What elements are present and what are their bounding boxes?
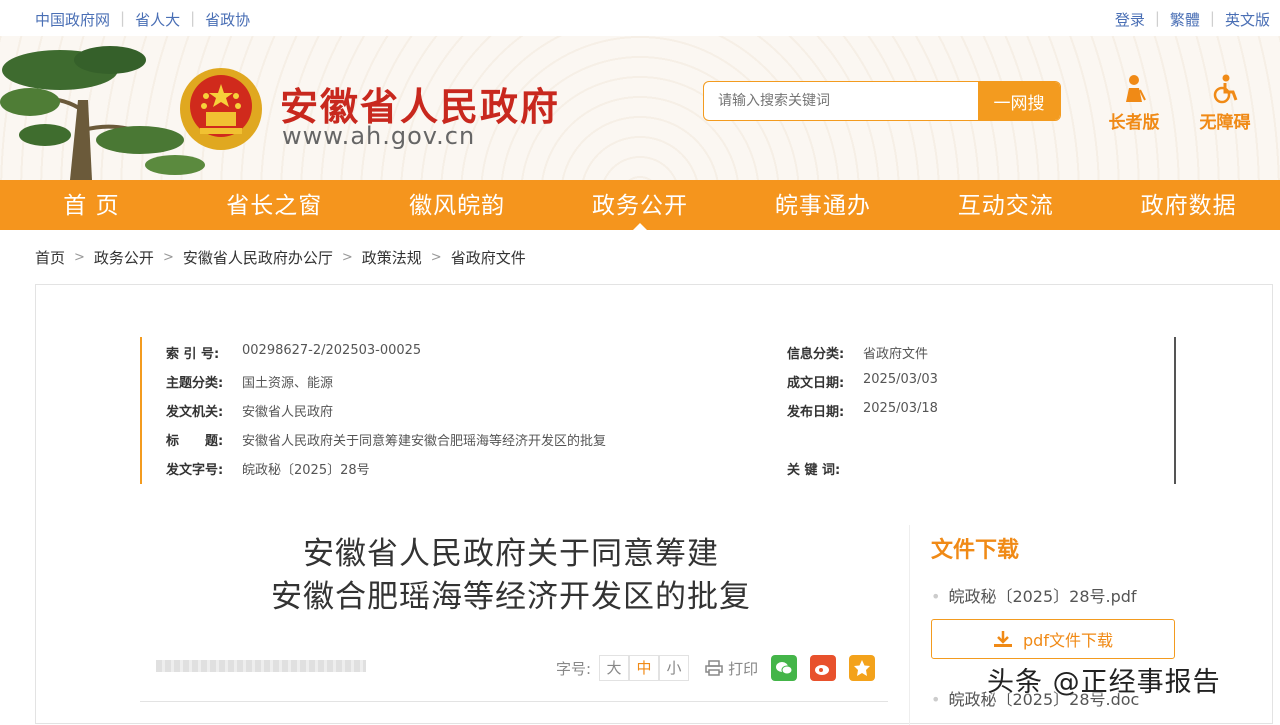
meta-value: 皖政秘〔2025〕28号 (242, 463, 370, 478)
meta-label: 发文机关: (166, 405, 224, 420)
meta-value: 00298627-2/202503-00025 (242, 343, 422, 358)
meta-label: 索 引 号: (166, 347, 220, 362)
breadcrumb-gov-affairs[interactable]: 政务公开 (94, 247, 154, 268)
meta-date-written: 成文日期: 2025/03/03 (787, 372, 938, 391)
nav-governor-window[interactable]: 省长之窗 (183, 180, 366, 230)
meta-value: 省政府文件 (863, 347, 929, 362)
pdf-download-button[interactable]: pdf文件下载 (931, 619, 1175, 659)
accessibility-button[interactable]: 无障碍 (1190, 74, 1260, 133)
divider: | (1209, 9, 1215, 27)
content-card: 索 引 号: 00298627-2/202503-00025 信息分类: 省政府… (35, 284, 1273, 725)
divider: | (190, 9, 196, 27)
link-provincial-congress[interactable]: 省人大 (135, 9, 180, 30)
traditional-chinese-link[interactable]: 繁體 (1170, 9, 1200, 30)
font-size-small-button[interactable]: 小 (659, 655, 690, 681)
search-box: 一网搜 (703, 81, 1061, 121)
meta-label: 发布日期: (787, 405, 845, 420)
top-right-links: 登录 | 繁體 | 英文版 (1115, 9, 1270, 30)
meta-label: 成文日期: (787, 376, 845, 391)
watermark: 头条 @正经事报告 (987, 667, 1221, 698)
site-header: 安徽省人民政府 www.ah.gov.cn 一网搜 长者版 无障碍 (0, 36, 1280, 180)
login-link[interactable]: 登录 (1115, 9, 1145, 30)
bullet-icon: • (931, 690, 941, 709)
meta-title: 标 题: 安徽省人民政府关于同意筹建安徽合肥瑶海等经济开发区的批复 (166, 430, 606, 449)
meta-label: 信息分类: (787, 347, 845, 362)
print-button[interactable]: 打印 (705, 658, 758, 679)
divider (140, 701, 888, 702)
meta-date-published: 发布日期: 2025/03/18 (787, 401, 938, 420)
meta-category: 信息分类: 省政府文件 (787, 343, 928, 362)
breadcrumb-home[interactable]: 首页 (35, 247, 65, 268)
chevron-right-icon: > (430, 250, 442, 265)
nav-services[interactable]: 皖事通办 (731, 180, 914, 230)
download-file-name: 皖政秘〔2025〕28号.pdf (948, 587, 1137, 606)
chevron-right-icon: > (162, 250, 174, 265)
printer-icon (705, 660, 723, 676)
document-title-line: 安徽省人民政府关于同意筹建 (303, 536, 719, 572)
english-version-link[interactable]: 英文版 (1225, 9, 1270, 30)
nav-government-affairs[interactable]: 政务公开 (549, 180, 732, 230)
article-tools: 字号: 大 中 小 打印 (556, 655, 876, 681)
search-input[interactable] (704, 82, 978, 120)
top-left-links: 中国政府网 | 省人大 | 省政协 (35, 9, 250, 30)
nav-anhui-culture[interactable]: 徽风皖韵 (366, 180, 549, 230)
breadcrumb-provincial-docs[interactable]: 省政府文件 (451, 247, 526, 268)
breadcrumb-general-office[interactable]: 安徽省人民政府办公厅 (183, 247, 333, 268)
link-gov-cn[interactable]: 中国政府网 (35, 9, 110, 30)
favorite-star-icon[interactable] (849, 655, 876, 681)
meta-issuer: 发文机关: 安徽省人民政府 (166, 401, 333, 420)
download-file-pdf[interactable]: • 皖政秘〔2025〕28号.pdf (931, 583, 1137, 607)
wheelchair-icon (1213, 74, 1238, 104)
breadcrumb-policies[interactable]: 政策法规 (362, 247, 422, 268)
elder-mode-button[interactable]: 长者版 (1099, 74, 1169, 133)
meta-label: 关 键 词: (787, 463, 841, 478)
elder-mode-label: 长者版 (1108, 113, 1160, 133)
meta-value: 国土资源、能源 (242, 376, 334, 391)
breadcrumb: 首页 > 政务公开 > 安徽省人民政府办公厅 > 政策法规 > 省政府文件 (35, 247, 526, 268)
bullet-icon: • (931, 587, 941, 606)
meta-value: 2025/03/18 (863, 401, 938, 416)
divider: | (1154, 9, 1160, 27)
font-size-label: 字号: (556, 659, 592, 678)
meta-value: 安徽省人民政府关于同意筹建安徽合肥瑶海等经济开发区的批复 (242, 434, 607, 449)
meta-value: 2025/03/03 (863, 372, 938, 387)
divider (909, 525, 910, 725)
meta-value: 安徽省人民政府 (242, 405, 334, 420)
elder-icon (1126, 75, 1146, 102)
meta-label: 标 题: (166, 434, 224, 449)
chevron-right-icon: > (74, 250, 85, 265)
font-size-large-button[interactable]: 大 (599, 655, 630, 681)
nav-interaction[interactable]: 互动交流 (914, 180, 1097, 230)
top-utility-bar: 中国政府网 | 省人大 | 省政协 登录 | 繁體 | 英文版 (0, 0, 1280, 36)
font-size-medium-button[interactable]: 中 (629, 655, 660, 681)
print-label: 打印 (728, 659, 759, 678)
site-url: www.ah.gov.cn (282, 122, 476, 150)
nav-home[interactable]: 首 页 (0, 180, 183, 230)
search-button[interactable]: 一网搜 (978, 82, 1060, 120)
link-cppcc[interactable]: 省政协 (205, 9, 250, 30)
main-nav: 首 页 省长之窗 徽风皖韵 政务公开 皖事通办 互动交流 政府数据 (0, 180, 1280, 230)
meta-label: 主题分类: (166, 376, 224, 391)
pdf-download-label: pdf文件下载 (1023, 631, 1113, 650)
divider: | (120, 9, 126, 27)
weibo-share-icon[interactable] (810, 655, 837, 681)
nav-government-data[interactable]: 政府数据 (1097, 180, 1280, 230)
meta-index: 索 引 号: 00298627-2/202503-00025 (166, 343, 421, 362)
document-title-line: 安徽合肥瑶海等经济开发区的批复 (271, 579, 751, 615)
accessibility-label: 无障碍 (1199, 113, 1251, 133)
document-title: 安徽省人民政府关于同意筹建 安徽合肥瑶海等经济开发区的批复 (186, 533, 836, 619)
blurred-source-line (156, 660, 366, 672)
download-icon (994, 631, 1013, 647)
document-metadata: 索 引 号: 00298627-2/202503-00025 信息分类: 省政府… (140, 337, 1176, 484)
chevron-right-icon: > (341, 250, 353, 265)
meta-keywords: 关 键 词: (787, 459, 863, 478)
meta-label: 发文字号: (166, 463, 224, 478)
download-section-title: 文件下载 (931, 538, 1020, 563)
meta-doc-number: 发文字号: 皖政秘〔2025〕28号 (166, 459, 370, 478)
wechat-share-icon[interactable] (771, 655, 798, 681)
meta-topic: 主题分类: 国土资源、能源 (166, 372, 333, 391)
pine-tree-illustration (0, 46, 205, 180)
national-emblem-icon (180, 68, 262, 150)
